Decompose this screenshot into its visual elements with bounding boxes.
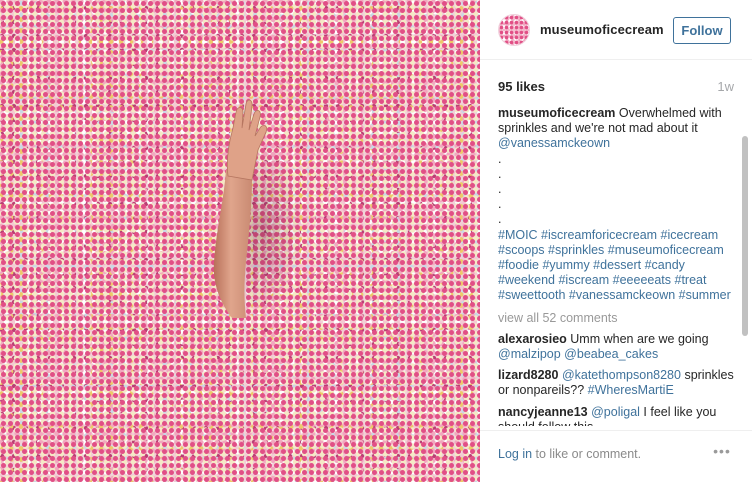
comment-text: Umm when are we going [566,331,709,346]
comments-list[interactable]: museumoficecream Overwhelmed with sprink… [498,106,736,426]
login-link[interactable]: Log in [498,447,532,461]
more-options-icon[interactable]: ••• [709,443,735,463]
comment-item: lizard8280 @katethompson8280 sprinkles o… [498,368,736,398]
follow-button[interactable]: Follow [673,17,731,44]
comment-mention[interactable]: @malzipop @beabea_cakes [498,347,658,361]
avatar[interactable] [498,14,530,46]
caption-mention[interactable]: @vanessamckeown [498,136,610,150]
post-header: museumoficecream Follow [480,0,752,60]
post-age[interactable]: 1w [717,79,734,94]
view-all-comments-link[interactable]: view all 52 comments [498,311,736,326]
comment-mention[interactable]: @poligal [588,405,640,419]
login-prompt: Log in to like or comment. [498,447,641,461]
comment-hashtag[interactable]: #WheresMartiE [588,383,674,397]
comment-username[interactable]: lizard8280 [498,368,558,382]
comments-scrollbar[interactable] [742,106,749,426]
comment-item: alexarosieo Umm when are we going @malzi… [498,332,736,362]
username-link[interactable]: museumoficecream [540,22,664,37]
instagram-post: museumoficecream Follow 95 likes 1w muse… [0,0,752,482]
caption: museumoficecream Overwhelmed with sprink… [498,106,736,304]
comment-username[interactable]: alexarosieo [498,332,567,346]
comment-mention[interactable]: @katethompson8280 [558,368,681,382]
comment-username[interactable]: nancyjeanne13 [498,405,588,419]
comment-item: nancyjeanne13 @poligal I feel like you s… [498,405,736,426]
post-details-panel: museumoficecream Follow 95 likes 1w muse… [480,0,752,482]
caption-dots: . . . . . [498,151,502,227]
scrollbar-thumb[interactable] [742,136,748,336]
caption-username[interactable]: museumoficecream [498,106,615,120]
caption-hashtags[interactable]: #MOIC #iscreamforicecream #icecream #sco… [498,228,736,304]
login-prompt-text: to like or comment. [532,447,642,461]
mannequin-arm [213,99,302,318]
post-photo[interactable] [0,0,480,482]
likes-row: 95 likes 1w [498,79,734,97]
likes-count[interactable]: 95 likes [498,79,545,94]
post-footer: Log in to like or comment. ••• [480,430,752,482]
